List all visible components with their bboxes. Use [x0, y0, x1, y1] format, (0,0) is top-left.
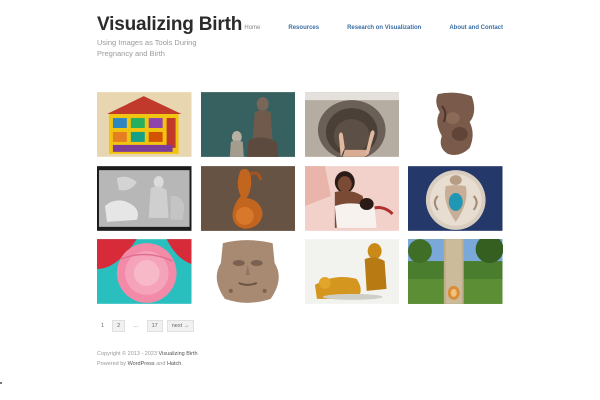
footer-site-link[interactable]: Visualizing Birth: [159, 351, 198, 357]
gallery-item-stone-relief[interactable]: [97, 165, 192, 231]
powered-by-text: Powered by: [97, 361, 127, 367]
gallery-item-carved-wooden-torso[interactable]: [408, 92, 503, 157]
folk-house-painting-image: [97, 92, 192, 157]
footer-period: .: [181, 361, 183, 367]
page-1-current: 1: [101, 323, 105, 329]
nav-about-and-contact[interactable]: About and Contact: [449, 25, 503, 31]
hatch-theme-link[interactable]: Hatch: [167, 361, 181, 367]
page-2-link[interactable]: 2: [112, 320, 126, 332]
gallery-item-pink-circle-painting[interactable]: [97, 239, 192, 304]
gallery-item-totem-outdoors[interactable]: [408, 239, 503, 304]
gallery-item-teal-figures[interactable]: [200, 92, 296, 157]
and-text: and: [156, 361, 166, 367]
image-gallery: [97, 92, 503, 304]
nav-resources[interactable]: Resources: [288, 25, 319, 31]
edge-marker: [0, 382, 2, 384]
teal-figures-image: [200, 92, 296, 157]
ceramic-plate-image: [408, 165, 503, 231]
stone-head-vessel-image: [200, 239, 296, 304]
gold-figures-image: [304, 239, 400, 304]
gallery-item-ceramic-plate[interactable]: [408, 165, 503, 231]
footer-copyright-line: Copyright © 2013 - 2023 Visualizing Birt…: [97, 349, 198, 359]
carved-wooden-torso-image: [408, 92, 503, 157]
hand-and-vessel-image: [304, 92, 400, 157]
nav-home[interactable]: Home: [244, 25, 260, 31]
gallery-item-stone-head-vessel[interactable]: [200, 239, 296, 304]
totem-outdoors-image: [408, 239, 503, 304]
main-nav: Home Resources Research on Visualization…: [216, 25, 503, 31]
copyright-text: Copyright © 2013 - 2023: [97, 351, 158, 357]
site-footer: Copyright © 2013 - 2023 Visualizing Birt…: [97, 349, 198, 369]
footer-powered-line: Powered by WordPress and Hatch.: [97, 359, 198, 369]
site-tagline: Using Images as Tools During Pregnancy a…: [97, 38, 197, 58]
gallery-item-hand-and-vessel[interactable]: [304, 92, 400, 157]
gallery-item-breastfeeding-painting[interactable]: [304, 165, 400, 231]
breastfeeding-painting-image: [304, 165, 400, 231]
polished-wood-figure-image: [200, 165, 296, 231]
next-page-link[interactable]: next →: [166, 320, 195, 332]
pagination: 1 2 … 17 next →: [97, 320, 195, 332]
pink-circle-painting-image: [97, 239, 192, 304]
wordpress-link[interactable]: WordPress: [128, 361, 155, 367]
gallery-item-polished-wood-figure[interactable]: [200, 165, 296, 231]
pagination-ellipsis: …: [133, 323, 139, 329]
gallery-item-gold-figures[interactable]: [304, 239, 400, 304]
page-17-link[interactable]: 17: [146, 320, 163, 332]
gallery-item-folk-house-painting[interactable]: [97, 92, 192, 157]
stone-relief-image: [97, 165, 192, 231]
nav-research-on-visualization[interactable]: Research on Visualization: [347, 25, 421, 31]
